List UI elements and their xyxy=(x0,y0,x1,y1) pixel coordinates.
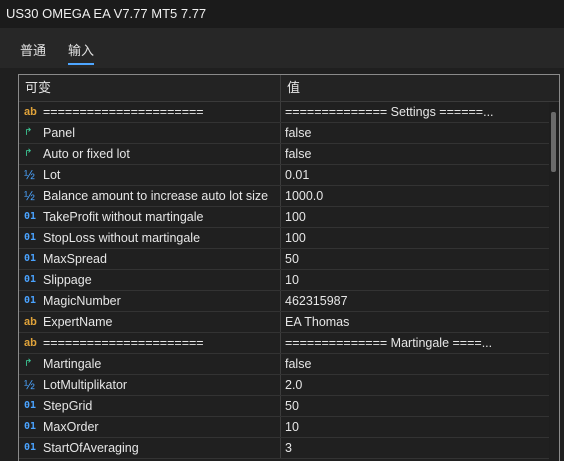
table-row[interactable]: ↱ Panel false xyxy=(19,123,559,144)
table-header: 可变 值 xyxy=(19,75,559,102)
variable-cell[interactable]: ½ Lot xyxy=(19,165,281,185)
int-01-icon: 01 xyxy=(24,400,37,411)
variable-cell[interactable]: ab ====================== xyxy=(19,102,281,122)
int-01-icon: 01 xyxy=(24,274,37,285)
variable-cell[interactable]: 01 MaxOrder xyxy=(19,417,281,437)
variable-cell[interactable]: 01 TakeProfit without martingale xyxy=(19,207,281,227)
variable-name: StepGrid xyxy=(43,399,93,413)
bool-arrow-icon: ↱ xyxy=(24,358,33,369)
table-row[interactable]: 01 StartOfAveraging 3 xyxy=(19,438,559,459)
int-01-icon: 01 xyxy=(24,421,37,432)
value-cell[interactable]: 100 xyxy=(281,228,559,248)
table-row[interactable]: ½ Lot 0.01 xyxy=(19,165,559,186)
variable-cell[interactable]: 01 MagicNumber xyxy=(19,291,281,311)
table-row[interactable]: ab ====================== ============== M… xyxy=(19,333,559,354)
variable-name: StartOfAveraging xyxy=(43,441,139,455)
value-cell[interactable]: 0.01 xyxy=(281,165,559,185)
int-01-icon: 01 xyxy=(24,232,37,243)
value-cell[interactable]: 10 xyxy=(281,270,559,290)
header-variable[interactable]: 可变 xyxy=(19,75,281,101)
value-cell[interactable]: ============== Settings ======... xyxy=(281,102,559,122)
table-row[interactable]: ↱ Martingale false xyxy=(19,354,559,375)
int-01-icon: 01 xyxy=(24,295,37,306)
table-row[interactable]: 01 MaxOrder 10 xyxy=(19,417,559,438)
variable-name: Martingale xyxy=(43,357,102,371)
tab-inputs[interactable]: 输入 xyxy=(68,40,95,65)
tab-general[interactable]: 普通 xyxy=(20,40,46,59)
variable-cell[interactable]: 01 StopLoss without martingale xyxy=(19,228,281,248)
variable-cell[interactable]: ab ExpertName xyxy=(19,312,281,332)
variable-name: TakeProfit without martingale xyxy=(43,210,204,224)
variable-cell[interactable]: ↱ Auto or fixed lot xyxy=(19,144,281,164)
bool-arrow-icon: ↱ xyxy=(24,127,33,138)
variable-cell[interactable]: 01 StepGrid xyxy=(19,396,281,416)
window-title: US30 OMEGA EA V7.77 MT5 7.77 xyxy=(0,0,564,28)
variable-cell[interactable]: ↱ Martingale xyxy=(19,354,281,374)
table-row[interactable]: 01 Slippage 10 xyxy=(19,270,559,291)
int-01-icon: 01 xyxy=(24,211,37,222)
value-cell[interactable]: ============== Martingale ====... xyxy=(281,333,559,353)
variable-name: Balance amount to increase auto lot size xyxy=(43,189,269,203)
variable-name: StopLoss without martingale xyxy=(43,231,201,245)
int-01-icon: 01 xyxy=(24,442,37,453)
variable-cell[interactable]: ↱ Panel xyxy=(19,123,281,143)
variable-name: Auto or fixed lot xyxy=(43,147,130,161)
variable-cell[interactable]: 01 MaxSpread xyxy=(19,249,281,269)
half-double-icon: ½ xyxy=(24,188,35,203)
variable-cell[interactable]: 01 Slippage xyxy=(19,270,281,290)
header-value[interactable]: 值 xyxy=(281,75,559,101)
variable-cell[interactable]: ½ LotMultiplikator xyxy=(19,375,281,395)
scrollbar-thumb[interactable] xyxy=(551,112,556,172)
variable-name: LotMultiplikator xyxy=(43,378,128,392)
table-row[interactable]: 01 MagicNumber 462315987 xyxy=(19,291,559,312)
int-01-icon: 01 xyxy=(24,253,37,264)
bool-arrow-icon: ↱ xyxy=(24,148,33,159)
variable-cell[interactable]: ab ====================== xyxy=(19,333,281,353)
variable-name: Lot xyxy=(43,168,61,182)
ab-string-icon: ab xyxy=(24,316,37,328)
table-row[interactable]: ↱ Auto or fixed lot false xyxy=(19,144,559,165)
table-row[interactable]: ½ Balance amount to increase auto lot siz… xyxy=(19,186,559,207)
variable-name: Slippage xyxy=(43,273,92,287)
inputs-table: 可变 值 ab ====================== ===========… xyxy=(18,74,560,461)
variable-name: ExpertName xyxy=(43,315,113,329)
tab-bar: 普通 输入 xyxy=(0,28,564,68)
variable-name: MaxSpread xyxy=(43,252,107,266)
value-cell[interactable]: EA Thomas xyxy=(281,312,559,332)
variable-name: ====================== xyxy=(43,336,204,350)
table-row[interactable]: ab ====================== ============== S… xyxy=(19,102,559,123)
value-cell[interactable]: 10 xyxy=(281,417,559,437)
ab-string-icon: ab xyxy=(24,337,37,349)
table-row[interactable]: 01 StopLoss without martingale 100 xyxy=(19,228,559,249)
variable-cell[interactable]: 01 StartOfAveraging xyxy=(19,438,281,458)
table-row[interactable]: 01 MaxSpread 50 xyxy=(19,249,559,270)
table-row[interactable]: 01 StepGrid 50 xyxy=(19,396,559,417)
value-cell[interactable]: false xyxy=(281,354,559,374)
value-cell[interactable]: 50 xyxy=(281,396,559,416)
vertical-scrollbar[interactable] xyxy=(549,102,559,461)
value-cell[interactable]: 1000.0 xyxy=(281,186,559,206)
half-double-icon: ½ xyxy=(24,377,35,392)
value-cell[interactable]: 2.0 xyxy=(281,375,559,395)
value-cell[interactable]: false xyxy=(281,144,559,164)
variable-name: MaxOrder xyxy=(43,420,99,434)
value-cell[interactable]: 50 xyxy=(281,249,559,269)
value-cell[interactable]: 100 xyxy=(281,207,559,227)
table-row[interactable]: ab ExpertName EA Thomas xyxy=(19,312,559,333)
value-cell[interactable]: false xyxy=(281,123,559,143)
value-cell[interactable]: 3 xyxy=(281,438,559,458)
value-cell[interactable]: 462315987 xyxy=(281,291,559,311)
ab-string-icon: ab xyxy=(24,106,37,118)
table-row[interactable]: 01 TakeProfit without martingale 100 xyxy=(19,207,559,228)
table-body: ab ====================== ============== S… xyxy=(19,102,559,459)
variable-name: Panel xyxy=(43,126,75,140)
variable-name: ====================== xyxy=(43,105,204,119)
table-row[interactable]: ½ LotMultiplikator 2.0 xyxy=(19,375,559,396)
half-double-icon: ½ xyxy=(24,167,35,182)
variable-name: MagicNumber xyxy=(43,294,121,308)
variable-cell[interactable]: ½ Balance amount to increase auto lot siz… xyxy=(19,186,281,206)
